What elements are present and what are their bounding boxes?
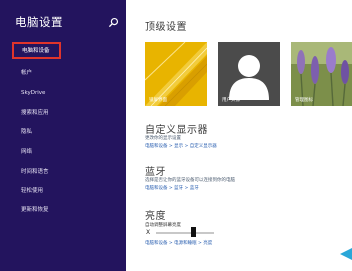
- corner-arrow-icon: [340, 248, 352, 260]
- sidebar-item-ease-of-access[interactable]: 轻松使用: [14, 184, 60, 198]
- bluetooth-description: 选择是否让你的蓝牙设备可以连接到你的电脑: [145, 178, 235, 183]
- tile-pictures-label: 管理图标: [295, 98, 313, 103]
- sidebar-item-time-and-language[interactable]: 时间和语言: [14, 165, 60, 179]
- sidebar-item-update-and-recovery[interactable]: 更新和恢复: [14, 203, 60, 217]
- tile-lock-screen-label: 锁屏界面: [149, 98, 167, 103]
- brightness-section-title: 亮度: [145, 211, 166, 222]
- brightness-slider-x-label: X: [146, 229, 151, 236]
- tile-pictures[interactable]: 管理图标: [291, 42, 352, 106]
- main-content: 顶级设置 锁屏界面 用户头像 管理图标 自定义显示器 更改你的显示设置 电脑和设…: [126, 0, 352, 271]
- brightness-slider-thumb[interactable]: [190, 227, 196, 237]
- tile-user-picture-label: 用户头像: [222, 98, 240, 103]
- sidebar-item-pc-and-devices[interactable]: 电脑和设备: [12, 42, 61, 59]
- brightness-toggle-label: 自动调整屏幕亮度: [145, 223, 181, 228]
- top-settings-title: 顶级设置: [145, 22, 187, 33]
- sidebar: 电脑设置 电脑和设备 帐户 SkyDrive 搜索和应用 隐私 网络 时间和语言…: [0, 0, 126, 271]
- display-link[interactable]: 电脑和设备 > 显示 > 自定义显示器: [145, 143, 217, 149]
- display-section-title: 自定义显示器: [145, 125, 208, 136]
- brightness-slider[interactable]: [156, 232, 214, 234]
- display-description: 更改你的显示设置: [145, 136, 181, 141]
- bluetooth-section-title: 蓝牙: [145, 167, 166, 178]
- tile-user-picture[interactable]: 用户头像: [218, 42, 280, 106]
- sidebar-item-skydrive[interactable]: SkyDrive: [14, 86, 60, 100]
- search-icon[interactable]: [108, 17, 119, 28]
- sidebar-item-accounts[interactable]: 帐户: [14, 66, 60, 80]
- sidebar-item-network[interactable]: 网络: [14, 145, 60, 159]
- sidebar-title: 电脑设置: [15, 15, 63, 29]
- sidebar-item-search-and-apps[interactable]: 搜索和应用: [14, 106, 60, 120]
- sidebar-item-privacy[interactable]: 隐私: [14, 125, 60, 139]
- tile-lock-screen[interactable]: 锁屏界面: [145, 42, 207, 106]
- bluetooth-link[interactable]: 电脑和设备 > 蓝牙 > 蓝牙: [145, 185, 199, 191]
- brightness-link[interactable]: 电脑和设备 > 电源和睡眠 > 亮度: [145, 240, 212, 246]
